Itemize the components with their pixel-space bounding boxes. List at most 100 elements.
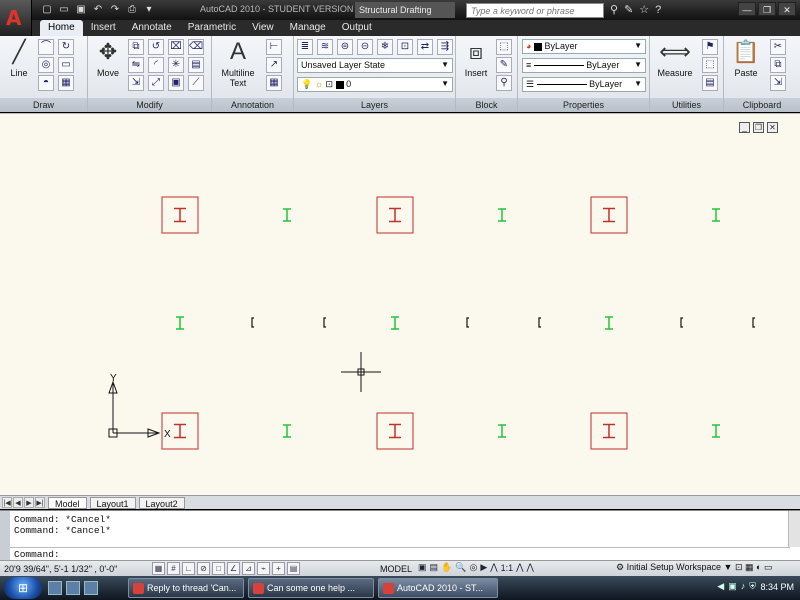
select-all-icon[interactable]: ⬚ [702,57,718,73]
lengthen-icon[interactable]: ⟋ [188,75,204,91]
stretch-icon[interactable]: ⇲ [128,75,144,91]
snap-icon[interactable]: ▦ [152,562,165,575]
insert-button[interactable]: ⧈ Insert [459,38,493,78]
dimension-icon[interactable]: ⊢ [266,39,282,55]
layout-view-icon[interactable]: ▤ [430,562,439,573]
layer-properties-icon[interactable]: ≣ [297,39,313,55]
drawing-area[interactable]: _ ❐ ✕ Y X [0,113,800,495]
offset-icon[interactable]: ▣ [168,75,184,91]
next-layout-icon[interactable]: ▶ [24,497,34,508]
osnap-icon[interactable]: □ [212,562,225,575]
switch-windows-icon[interactable] [66,581,80,595]
application-menu-button[interactable]: A [0,0,32,38]
dyn-icon[interactable]: ⌁ [257,562,270,575]
show-desktop-icon[interactable] [48,581,62,595]
taskbar-clock[interactable]: 8:34 PM [760,582,794,592]
trim-icon[interactable]: ⌧ [168,39,184,55]
layer-state-icon[interactable]: ≋ [317,39,333,55]
annotation-scale-icon[interactable]: ⋀ [490,562,497,573]
leader-icon[interactable]: ↗ [266,57,282,73]
star-icon[interactable]: ☆ [639,3,649,17]
layer-off-icon[interactable]: ⊝ [357,39,373,55]
copy-icon[interactable]: ⧉ [128,39,144,55]
first-layout-icon[interactable]: |◀ [2,497,12,508]
tab-layout2[interactable]: Layout2 [138,496,185,509]
multiline-text-button[interactable]: A Multiline Text [216,38,260,88]
quick-view-icon[interactable]: ▣ [418,562,427,573]
attribute-icon[interactable]: ⚲ [496,75,512,91]
annotation-panel-title[interactable]: Annotation [212,98,293,112]
search-input[interactable]: Type a keyword or phrase [466,3,604,18]
workspace-switch[interactable]: ⚙ Initial Setup Workspace ▼ ⊡ ▦ ◐ ▭ [616,562,773,573]
tab-parametric[interactable]: Parametric [180,20,244,36]
paste-button[interactable]: 📋 Paste [728,38,764,78]
ortho-icon[interactable]: ∟ [182,562,195,575]
otrack-icon[interactable]: ∠ [227,562,240,575]
table-icon[interactable]: ▦ [266,75,282,91]
arc-icon[interactable]: ◓ [38,75,54,91]
properties-panel-title[interactable]: Properties [518,98,649,112]
binoculars-icon[interactable]: ⚲ [610,3,618,17]
tab-home[interactable]: Home [40,20,83,36]
move-button[interactable]: ✥ Move [92,38,124,78]
command-scrollbar[interactable] [788,511,800,547]
coordinate-readout[interactable]: 20'9 39/64", 5'-1 1/32" , 0'-0" [4,564,117,574]
array-icon[interactable]: ▤ [188,57,204,73]
undo-icon[interactable]: ↶ [91,3,105,17]
layers-panel-title[interactable]: Layers [294,98,455,112]
model-space-canvas[interactable]: Y X [0,114,800,496]
linetype-dropdown[interactable]: ≡ ByLayer ▼ [522,58,646,73]
tab-layout1[interactable]: Layout1 [89,496,136,509]
calculator-icon[interactable]: ▤ [702,75,718,91]
line-button[interactable]: ╱ Line [4,38,34,78]
layer-dropdown[interactable]: 💡 ☼ ⊡ 0 ▼ [297,77,453,92]
rotate-icon[interactable]: ↺ [148,39,164,55]
color-dropdown[interactable]: ◕ ByLayer ▼ [522,39,646,54]
explorer-icon[interactable] [84,581,98,595]
measure-button[interactable]: ⟺ Measure [654,38,696,78]
explode-icon[interactable]: ✳ [168,57,184,73]
tools-icon[interactable]: ✎ [624,3,633,17]
tab-manage[interactable]: Manage [282,20,334,36]
ducs-icon[interactable]: ⊿ [242,562,255,575]
zoom-icon[interactable]: 🔍 [455,562,466,573]
modify-panel-title[interactable]: Modify [88,98,211,112]
model-space-toggle[interactable]: MODEL [380,564,412,574]
move-rotate-icon[interactable]: ↻ [58,39,74,55]
utilities-panel-title[interactable]: Utilities [650,98,723,112]
tab-view[interactable]: View [244,20,282,36]
layer-lock-icon[interactable]: ⊡ [397,39,413,55]
erase-icon[interactable]: ⌫ [188,39,204,55]
hatch-icon[interactable]: ▦ [58,75,74,91]
draw-panel-title[interactable]: Draw [0,98,87,112]
volume-icon[interactable]: ♪ [741,581,746,592]
edit-block-icon[interactable]: ✎ [496,57,512,73]
showmotion-icon[interactable]: ▶ [480,562,487,573]
quick-select-icon[interactable]: ⚑ [702,39,718,55]
command-grip[interactable] [0,511,10,561]
save-icon[interactable]: ▣ [74,3,88,17]
new-file-icon[interactable]: ▢ [40,3,54,17]
clipboard-panel-title[interactable]: Clipboard [724,98,800,112]
fillet-icon[interactable]: ◜ [148,57,164,73]
circle-icon[interactable]: ◎ [38,57,54,73]
annotation-visibility-icon[interactable]: ⋀ [516,562,523,573]
security-icon[interactable]: ⛨ [749,581,756,592]
plot-icon[interactable]: ⎙ [125,3,139,17]
cut-icon[interactable]: ✂ [770,39,786,55]
isolate-icon[interactable]: ◐ [756,562,761,572]
prev-layout-icon[interactable]: ◀ [13,497,23,508]
taskbar-item-browser-2[interactable]: Can some one help ... [248,578,374,598]
copy-clip-icon[interactable]: ⧉ [770,57,786,73]
taskbar-item-browser-1[interactable]: Reply to thread 'Can... [128,578,244,598]
layer-isolate-icon[interactable]: ⊜ [337,39,353,55]
command-input[interactable]: Command: [14,549,60,560]
qp-icon[interactable]: ▤ [287,562,300,575]
scale-icon[interactable]: ⤢ [148,75,164,91]
mirror-icon[interactable]: ⇋ [128,57,144,73]
layer-freeze-icon[interactable]: ❄ [377,39,393,55]
layer-walk-icon[interactable]: ⇶ [437,39,453,55]
lineweight-toggle-icon[interactable]: + [272,562,285,575]
create-block-icon[interactable]: ⬚ [496,39,512,55]
tray-expand-icon[interactable]: ◀ [717,581,724,592]
